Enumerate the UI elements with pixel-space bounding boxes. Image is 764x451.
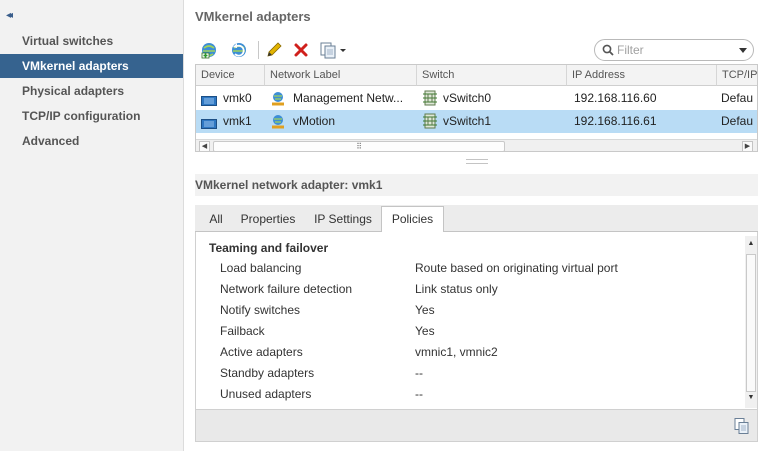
filter-input[interactable]: [617, 42, 729, 58]
property-label: Active adapters: [220, 345, 303, 359]
refresh-icon[interactable]: [228, 39, 250, 61]
switch-name: vSwitch0: [443, 91, 492, 105]
property-label: Failback: [220, 324, 265, 338]
virtual-switch-icon: [422, 90, 438, 110]
property-row: Failback Yes: [196, 321, 741, 342]
sidebar-item-virtual-switches[interactable]: Virtual switches: [0, 29, 183, 53]
details-footer-bar: [195, 409, 758, 442]
tab-properties[interactable]: Properties: [233, 207, 303, 232]
column-header-device[interactable]: Device: [196, 65, 265, 86]
table-row[interactable]: vmk0 Management Netw... vSwitch0 192.168…: [196, 87, 757, 110]
add-networking-icon[interactable]: [199, 39, 221, 61]
copy-to-clipboard-icon[interactable]: [733, 417, 751, 435]
details-title: VMkernel network adapter: vmk1: [195, 178, 383, 192]
property-label: Network failure detection: [220, 282, 353, 296]
sidebar-item-physical-adapters[interactable]: Physical adapters: [0, 79, 183, 103]
property-value: Route based on originating virtual port: [415, 261, 618, 275]
copy-dropdown-icon[interactable]: [318, 39, 350, 61]
sidebar: ◂◂ Virtual switches VMkernel adapters Ph…: [0, 0, 184, 451]
property-value: vmnic1, vmnic2: [415, 345, 498, 359]
device-name: vmk1: [223, 114, 252, 128]
column-header-tcpip[interactable]: TCP/IP: [717, 65, 757, 86]
tab-policies[interactable]: Policies: [381, 206, 444, 233]
network-label-cell: Management Netw...: [270, 87, 415, 110]
device-name: vmk0: [223, 91, 252, 105]
switch-cell: vSwitch1: [422, 110, 566, 133]
column-header-network-label[interactable]: Network Label: [265, 65, 417, 86]
tab-all[interactable]: All: [203, 207, 229, 232]
port-group-icon: [270, 91, 286, 110]
scroll-thumb[interactable]: [746, 254, 756, 392]
virtual-switch-icon: [422, 113, 438, 133]
remove-x-icon[interactable]: [290, 39, 312, 61]
property-row: Network failure detection Link status on…: [196, 279, 741, 300]
tcpip-stack-cell: Defau: [721, 91, 754, 105]
property-value: --: [415, 387, 423, 401]
property-row: Active adapters vmnic1, vmnic2: [196, 342, 741, 363]
switch-cell: vSwitch0: [422, 87, 566, 110]
vertical-scrollbar[interactable]: ▲ ▼: [745, 236, 757, 408]
table-row-selected[interactable]: vmk1 vMotion vSwitch1 192.168.116.61 Def…: [196, 110, 757, 133]
vmkernel-adapters-table: Device Network Label Switch IP Address T…: [195, 64, 758, 152]
port-group-icon: [270, 114, 286, 133]
edit-pencil-icon[interactable]: [263, 39, 285, 61]
sidebar-item-advanced[interactable]: Advanced: [0, 129, 183, 153]
section-title: Teaming and failover: [209, 241, 329, 255]
scroll-right-arrow-icon[interactable]: ▶: [742, 141, 753, 151]
ip-address-cell: 192.168.116.60: [574, 91, 657, 105]
scroll-thumb[interactable]: ⠿: [213, 141, 505, 151]
property-label: Unused adapters: [220, 387, 312, 401]
network-label: Management Netw...: [293, 91, 404, 105]
filter-dropdown-icon[interactable]: [739, 48, 747, 53]
sidebar-item-vmkernel-adapters[interactable]: VMkernel adapters: [0, 54, 183, 78]
scroll-down-arrow-icon[interactable]: ▼: [745, 392, 757, 404]
property-label: Standby adapters: [220, 366, 315, 380]
property-value: Yes: [415, 324, 435, 338]
property-label: Notify switches: [220, 303, 301, 317]
ip-address-cell: 192.168.116.61: [574, 114, 657, 128]
device-cell: vmk0: [201, 87, 265, 110]
property-value: Yes: [415, 303, 435, 317]
search-icon: [602, 44, 614, 59]
device-cell: vmk1: [201, 110, 265, 133]
resize-splitter-handle[interactable]: [466, 159, 488, 164]
property-value: Link status only: [415, 282, 498, 296]
vmkernel-nic-icon: [201, 92, 217, 110]
property-row: Standby adapters --: [196, 363, 741, 384]
collapse-sidebar-icon[interactable]: ◂◂: [6, 10, 20, 22]
scroll-left-arrow-icon[interactable]: ◀: [199, 141, 210, 151]
filter-search-box[interactable]: [594, 39, 754, 61]
tab-ip-settings[interactable]: IP Settings: [307, 207, 379, 232]
column-header-switch[interactable]: Switch: [417, 65, 567, 86]
page-title: VMkernel adapters: [195, 9, 311, 24]
property-row: Notify switches Yes: [196, 300, 741, 321]
network-label-cell: vMotion: [270, 110, 415, 133]
sidebar-item-tcpip-configuration[interactable]: TCP/IP configuration: [0, 104, 183, 128]
property-row: Load balancing Route based on originatin…: [196, 258, 741, 279]
property-row: Unused adapters --: [196, 384, 741, 405]
property-value: --: [415, 366, 423, 380]
horizontal-scrollbar[interactable]: ◀ ⠿ ▶: [196, 139, 757, 151]
policies-panel: Teaming and failover Load balancing Rout…: [195, 232, 758, 409]
toolbar-separator: [258, 41, 259, 59]
switch-name: vSwitch1: [443, 114, 492, 128]
property-label: Load balancing: [220, 261, 302, 275]
tcpip-stack-cell: Defau: [721, 114, 754, 128]
scroll-up-arrow-icon[interactable]: ▲: [745, 238, 757, 250]
column-header-ip-address[interactable]: IP Address: [567, 65, 717, 86]
network-label: vMotion: [293, 114, 336, 128]
vmkernel-nic-icon: [201, 115, 217, 133]
